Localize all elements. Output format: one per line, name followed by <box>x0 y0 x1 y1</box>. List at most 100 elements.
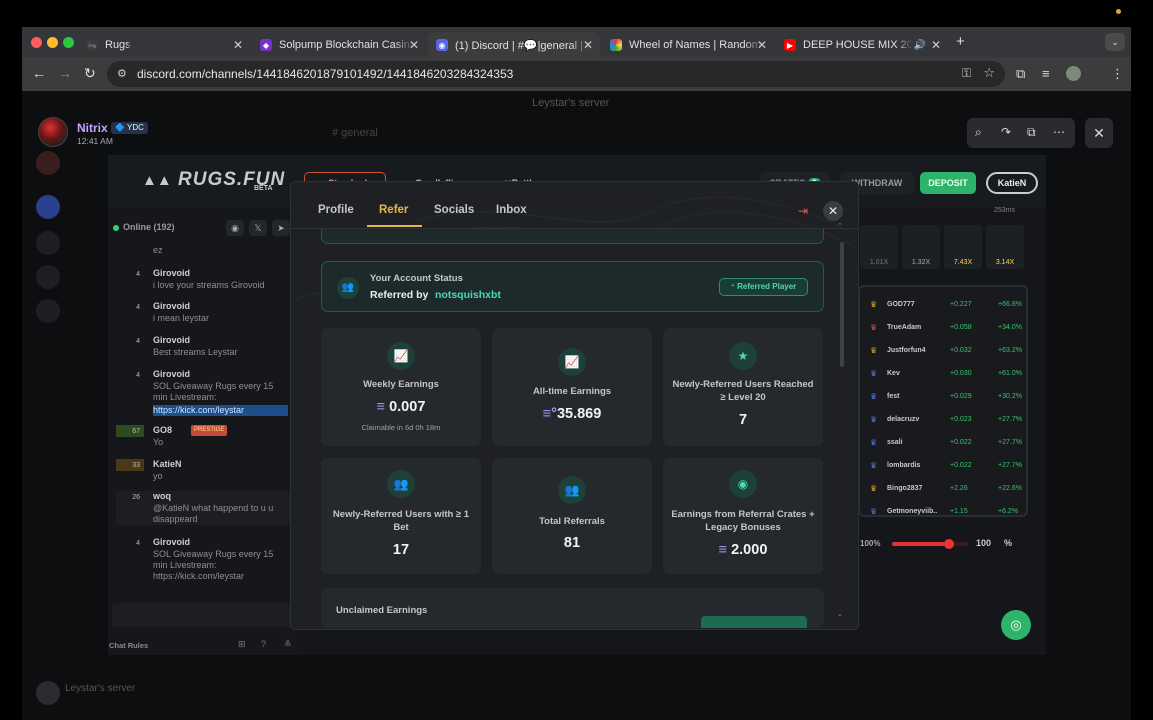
add-server-icon[interactable] <box>36 231 60 255</box>
solpump-favicon: ◆ <box>260 39 272 51</box>
tab-inbox[interactable]: Inbox <box>496 204 527 216</box>
telegram-social-icon[interactable]: ➤ <box>272 220 290 236</box>
discover-icon[interactable] <box>36 265 60 289</box>
player-pct: +22.6% <box>998 484 1022 492</box>
open-external-icon[interactable]: ⧉ <box>1027 125 1036 140</box>
more-vertical-icon[interactable]: ⋮ <box>1111 66 1124 82</box>
logout-icon[interactable]: ⇥ <box>792 201 814 221</box>
leaderboard-row[interactable]: ♛ fest +0.029 +30.2% <box>860 389 1028 403</box>
chat-rules-link[interactable]: Chat Rules <box>109 641 148 650</box>
rugs-favicon: 🐜 <box>86 39 98 51</box>
scroll-down-icon[interactable]: ⌄ <box>837 610 843 618</box>
zoom-icon[interactable]: ⌕ <box>975 125 982 140</box>
chat-username[interactable]: woq <box>153 491 171 502</box>
user-avatar[interactable] <box>36 681 60 705</box>
scrollbar-thumb[interactable] <box>840 242 844 367</box>
chat-username[interactable]: Girovoid <box>153 369 190 380</box>
chat-username[interactable]: Girovoid <box>153 301 190 312</box>
viewer-close-button[interactable]: ✕ <box>1085 118 1113 148</box>
chat-username[interactable]: KatieN <box>153 459 182 470</box>
close-window-button[interactable] <box>31 37 42 48</box>
url-bar[interactable]: ⚙ discord.com/channels/14418462018791014… <box>107 61 1005 87</box>
value-text: 2.000 <box>731 542 768 558</box>
extensions-puzzle-icon[interactable]: ⧉ <box>1016 66 1025 82</box>
history-card[interactable]: 3.14X <box>986 225 1024 269</box>
help-icon[interactable]: ? <box>261 639 266 649</box>
site-info-icon[interactable]: ⚙ <box>117 67 127 80</box>
bookmark-star-icon[interactable]: ☆ <box>983 65 995 81</box>
chat-link[interactable]: https://kick.com/leystar <box>153 405 288 416</box>
browser-window: 🐜 Rugs ✕ ◆ Solpump Blockchain Casino | ✕… <box>22 27 1131 91</box>
tab-search-chevron-icon[interactable]: ⌄ <box>1105 33 1125 51</box>
youtube-favicon: ▶ <box>784 39 796 51</box>
player-pct: +27.7% <box>998 461 1022 469</box>
bet-slider[interactable] <box>892 539 968 549</box>
leaderboard-row[interactable]: ♛ Getmoneyviib.. +1.15 +6.2% <box>860 504 1028 518</box>
level-badge: 4 <box>136 371 140 379</box>
card-label: Newly-Referred Users Reached ≥ Level 20 <box>672 379 814 403</box>
slider-knob[interactable] <box>944 539 954 549</box>
player-sol: +0.030 <box>950 369 972 377</box>
close-icon[interactable]: ✕ <box>233 38 243 52</box>
tab-profile[interactable]: Profile <box>318 204 354 216</box>
tab-refer[interactable]: Refer <box>379 204 408 216</box>
new-tab-button[interactable]: + <box>956 33 965 50</box>
player-name: Bingo2837 <box>887 484 923 492</box>
server-icon[interactable] <box>36 195 60 219</box>
deposit-button[interactable]: DEPOSIT <box>920 172 976 194</box>
collapse-icon[interactable]: ≚ <box>284 639 292 650</box>
leaderboard-row[interactable]: ♛ Justforfun4 +0.032 +63.2% <box>860 343 1028 357</box>
modal-close-button[interactable]: ✕ <box>823 201 843 221</box>
reading-list-icon[interactable]: ≡ <box>1042 66 1050 81</box>
browser-tab-active[interactable]: ◉ (1) Discord | #💬|general | Le ✕ <box>428 32 600 58</box>
card-label: All-time Earnings <box>532 386 612 397</box>
browser-tab[interactable]: 🐜 Rugs ✕ <box>78 32 250 58</box>
referrer-name[interactable]: notsquishxbt <box>435 289 501 301</box>
leaderboard-row[interactable]: ♛ ssali +0.022 +27.7% <box>860 435 1028 449</box>
rules-icon[interactable]: ⊞ <box>238 639 246 650</box>
chat-username[interactable]: Girovoid <box>153 537 190 548</box>
share-arrow-icon[interactable]: ↷ <box>1001 125 1011 139</box>
prev-arrow-icon[interactable]: ‹ <box>315 628 318 629</box>
history-card[interactable]: 7.43X <box>944 225 982 269</box>
close-icon[interactable]: ✕ <box>931 38 941 52</box>
leaderboard-row[interactable]: ♛ GOD777 +0.227 +66.8% <box>860 297 1028 311</box>
user-menu-button[interactable]: KatieN <box>986 172 1038 194</box>
browser-tab[interactable]: ◆ Solpump Blockchain Casino | ✕ <box>252 32 426 58</box>
maximize-window-button[interactable] <box>63 37 74 48</box>
chat-username[interactable]: GO8 <box>153 425 172 436</box>
more-horizontal-icon[interactable]: ⋯ <box>1053 125 1065 139</box>
claim-button[interactable] <box>701 616 807 628</box>
chat-username[interactable]: Girovoid <box>153 268 190 279</box>
support-chat-icon[interactable]: ◎ <box>1001 610 1031 640</box>
forward-arrow-icon[interactable]: → <box>58 65 72 81</box>
tab-socials[interactable]: Socials <box>434 204 474 216</box>
player-name: Kev <box>887 369 900 377</box>
x-social-icon[interactable]: 𝕏 <box>249 220 267 236</box>
leaderboard-row[interactable]: ♛ delacruzv +0.023 +27.7% <box>860 412 1028 426</box>
close-icon[interactable]: ✕ <box>409 38 419 52</box>
leaderboard-row[interactable]: ♛ TrueAdam +0.058 +34.0% <box>860 320 1028 334</box>
history-card[interactable]: 1.32X <box>902 225 940 269</box>
browser-tab[interactable]: Wheel of Names | Random na ✕ <box>602 32 774 58</box>
chat-username[interactable]: Girovoid <box>153 335 190 346</box>
browser-tab[interactable]: ▶ DEEP HOUSE MIX 2025 - 🔊 ✕ <box>776 32 948 58</box>
close-icon[interactable]: ✕ <box>757 38 767 52</box>
users-icon: 👥 <box>337 277 359 299</box>
download-icon[interactable] <box>36 299 60 323</box>
chat-input[interactable] <box>112 603 294 627</box>
key-icon[interactable]: ⚿ <box>962 66 971 81</box>
leaderboard-row[interactable]: ♛ lombardis +0.022 +27.7% <box>860 458 1028 472</box>
discord-social-icon[interactable]: ◉ <box>226 220 244 236</box>
close-icon[interactable]: ✕ <box>583 38 593 52</box>
speaker-icon[interactable]: 🔊 <box>914 40 926 51</box>
scroll-up-icon[interactable]: ⌃ <box>837 222 843 230</box>
history-card[interactable]: 1.01X <box>860 225 898 269</box>
leaderboard-row[interactable]: ♛ Bingo2837 +2.26 +22.6% <box>860 481 1028 495</box>
back-arrow-icon[interactable]: ← <box>32 65 46 81</box>
profile-avatar[interactable] <box>1066 66 1081 81</box>
reload-icon[interactable]: ↻ <box>84 65 96 82</box>
server-icon[interactable] <box>36 151 60 175</box>
minimize-window-button[interactable] <box>47 37 58 48</box>
leaderboard-row[interactable]: ♛ Kev +0.030 +61.0% <box>860 366 1028 380</box>
